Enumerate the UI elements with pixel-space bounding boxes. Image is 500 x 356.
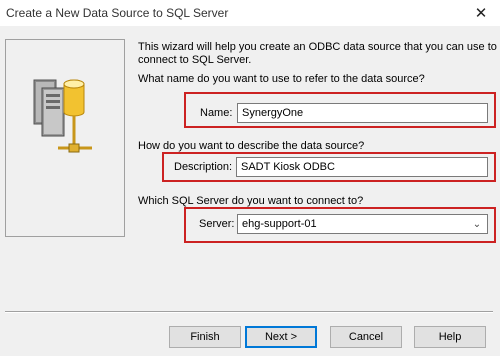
server-combobox[interactable]: ehg-support-01 ⌄ xyxy=(237,214,488,234)
server-question: Which SQL Server do you want to connect … xyxy=(138,195,364,207)
button-separator xyxy=(5,311,493,313)
close-button[interactable]: ✕ xyxy=(466,2,496,24)
finish-button[interactable]: Finish xyxy=(169,326,241,348)
server-label: Server: xyxy=(199,218,235,230)
intro-line-2: connect to SQL Server. xyxy=(138,54,252,66)
next-button[interactable]: Next > xyxy=(245,326,317,348)
cancel-button[interactable]: Cancel xyxy=(330,326,402,348)
wizard-image-panel xyxy=(5,39,125,237)
chevron-down-icon[interactable]: ⌄ xyxy=(470,217,484,231)
name-label: Name: xyxy=(200,107,233,119)
title-bar: Create a New Data Source to SQL Server ✕ xyxy=(0,0,500,26)
server-value: ehg-support-01 xyxy=(242,218,317,230)
intro-line-1: This wizard will help you create an ODBC… xyxy=(138,41,497,53)
close-icon: ✕ xyxy=(474,5,488,22)
database-server-icon xyxy=(33,79,92,153)
description-label: Description: xyxy=(174,161,233,173)
name-field[interactable]: SynergyOne xyxy=(237,103,488,123)
description-field[interactable]: SADT Kiosk ODBC xyxy=(236,157,488,177)
name-question: What name do you want to use to refer to… xyxy=(138,73,425,85)
help-button[interactable]: Help xyxy=(414,326,486,348)
description-question: How do you want to describe the data sou… xyxy=(138,140,365,152)
window-title: Create a New Data Source to SQL Server xyxy=(6,6,229,20)
